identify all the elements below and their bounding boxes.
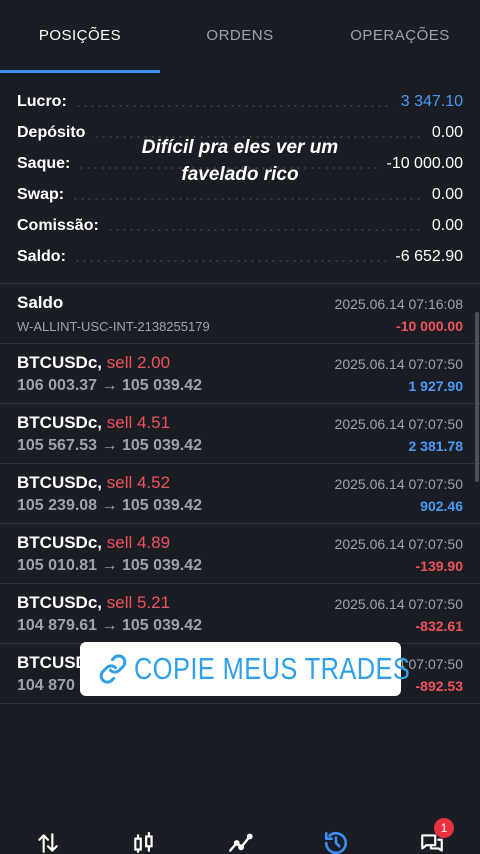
caption-line: Difícil pra eles ver um	[141, 137, 339, 158]
trade-symbol: BTCUSD	[17, 653, 88, 672]
nav-messages[interactable]: 1	[412, 810, 454, 854]
bottom-navigation: 1	[0, 810, 480, 854]
summary-value: -6 652.90	[395, 247, 463, 265]
trade-title: BTCUSD	[17, 653, 88, 673]
trade-row[interactable]: BTCUSDc, sell 5.21 104 879.61 → 105 039.…	[0, 584, 480, 644]
summary-value: 3 347.10	[400, 92, 463, 110]
trade-prices: 104 870	[17, 677, 75, 694]
trade-date: 2025.06.14 07:07:50	[334, 356, 463, 372]
deals-list[interactable]: Saldo W-ALLINT-USC-INT-2138255179 2025.0…	[0, 284, 480, 704]
summary-label: Comissão:	[17, 216, 99, 234]
trade-side: sell 4.52	[106, 473, 171, 492]
trade-prices: 105 239.08 → 105 039.42	[17, 497, 203, 514]
active-tab-indicator	[0, 70, 160, 73]
entry-amount: -10 000.00	[396, 318, 463, 334]
dotted-leader	[72, 197, 424, 200]
trade-symbol: BTCUSDc,	[17, 353, 103, 372]
balance-entry[interactable]: Saldo W-ALLINT-USC-INT-2138255179 2025.0…	[0, 284, 480, 344]
trade-symbol: BTCUSDc,	[17, 533, 103, 552]
trade-row[interactable]: BTCUSDc, sell 4.51 105 567.53 → 105 039.…	[0, 404, 480, 464]
trade-title: BTCUSDc, sell 4.51	[17, 413, 170, 433]
trade-side: sell 5.21	[106, 593, 171, 612]
trade-symbol: BTCUSDc,	[17, 473, 103, 492]
trade-prices: 104 879.61 → 105 039.42	[17, 617, 203, 634]
nav-chart[interactable]	[124, 810, 164, 854]
summary-label: Swap:	[17, 185, 65, 203]
trade-profit: -139.90	[415, 558, 463, 574]
nav-quotes[interactable]	[28, 810, 68, 854]
notification-badge: 1	[434, 818, 454, 838]
trade-profit: 2 381.78	[408, 438, 464, 454]
overlay-caption: Difícil pra eles ver um favelado rico	[0, 134, 480, 188]
trade-row[interactable]: BTCUSDc, sell 2.00 106 003.37 → 105 039.…	[0, 344, 480, 404]
caption-line: favelado rico	[181, 164, 299, 185]
summary-row-profit: Lucro: 3 347.10	[0, 86, 480, 117]
summary-row-commission: Comissão: 0.00	[0, 210, 480, 241]
summary-value: 0.00	[431, 185, 463, 203]
history-clock-icon	[324, 831, 348, 854]
link-icon	[99, 654, 126, 684]
tab-operations[interactable]: OPERAÇÕES	[320, 0, 480, 74]
entry-date: 2025.06.14 07:16:08	[334, 296, 463, 312]
quotes-arrows-icon	[38, 833, 58, 853]
trade-row[interactable]: BTCUSDc, sell 4.52 105 239.08 → 105 039.…	[0, 464, 480, 524]
dotted-leader	[106, 228, 424, 231]
candlestick-chart-icon	[134, 832, 153, 853]
trade-side: sell 4.89	[106, 533, 171, 552]
trade-profit: 1 927.90	[408, 378, 464, 394]
nav-trade[interactable]	[220, 810, 260, 854]
summary-value: 0.00	[431, 216, 463, 234]
trade-date: 2025.06.14 07:07:50	[334, 476, 463, 492]
banner-label: COPIE MEUS TRADES	[133, 651, 410, 686]
entry-title: Saldo	[17, 293, 64, 312]
entry-detail: W-ALLINT-USC-INT-2138255179	[17, 319, 210, 334]
trade-row[interactable]: BTCUSDc, sell 4.89 105 010.81 → 105 039.…	[0, 524, 480, 584]
trade-prices: 105 010.81 → 105 039.42	[17, 557, 203, 574]
trade-symbol: BTCUSDc,	[17, 593, 103, 612]
dotted-leader	[73, 259, 388, 262]
trade-prices: 105 567.53 → 105 039.42	[17, 437, 203, 454]
trade-title: BTCUSDc, sell 5.21	[17, 593, 170, 613]
trade-date: 2025.06.14 07:07:50	[334, 536, 463, 552]
trade-title: BTCUSDc, sell 4.89	[17, 533, 170, 553]
summary-label: Saldo:	[17, 247, 66, 265]
trade-profit: -832.61	[415, 618, 463, 634]
tab-positions[interactable]: POSIÇÕES	[0, 0, 160, 74]
trade-side: sell 2.00	[106, 353, 171, 372]
trade-side: sell 4.51	[106, 413, 171, 432]
scrollbar[interactable]	[475, 312, 479, 482]
trade-date: 2025.06.14 07:07:50	[334, 596, 463, 612]
tab-orders[interactable]: ORDENS	[160, 0, 320, 74]
line-chart-icon	[229, 833, 253, 852]
summary-label: Lucro:	[17, 92, 67, 110]
trade-profit: -892.53	[415, 678, 463, 694]
trade-title: BTCUSDc, sell 4.52	[17, 473, 170, 493]
dotted-leader	[74, 104, 393, 107]
trade-symbol: BTCUSDc,	[17, 413, 103, 432]
nav-history[interactable]	[316, 810, 356, 854]
trade-title: BTCUSDc, sell 2.00	[17, 353, 170, 373]
trade-prices: 106 003.37 → 105 039.42	[17, 377, 203, 394]
trade-date: 2025.06.14 07:07:50	[334, 416, 463, 432]
summary-row-balance: Saldo: -6 652.90	[0, 241, 480, 272]
tab-bar: POSIÇÕES ORDENS OPERAÇÕES	[0, 0, 480, 74]
copy-trades-banner[interactable]: COPIE MEUS TRADES	[80, 642, 410, 696]
trade-profit: 902.46	[420, 498, 463, 514]
